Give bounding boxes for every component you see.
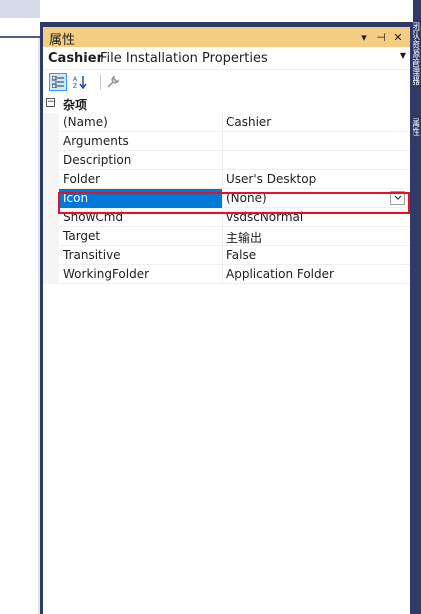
property-row-folder[interactable]: Folder User's Desktop [59, 170, 410, 189]
dock-tab-team-explorer[interactable]: 团队资源管理器 [413, 22, 421, 114]
column-divider [222, 227, 223, 246]
object-name: Cashier [48, 51, 103, 66]
property-value[interactable]: Cashier [226, 115, 271, 129]
property-name: WorkingFolder [63, 267, 150, 281]
column-divider [222, 170, 223, 189]
property-row-description[interactable]: Description [59, 151, 410, 170]
property-grid: − 杂项 (Name) Cashier Arguments Descriptio… [43, 94, 410, 494]
property-row-workingfolder[interactable]: WorkingFolder Application Folder [59, 265, 410, 284]
properties-panel: 属性 ▾ ⊣ ✕ Cashier File Installation Prope… [40, 22, 413, 614]
column-divider [222, 265, 223, 284]
close-icon[interactable]: ✕ [391, 29, 405, 45]
property-value[interactable]: Application Folder [226, 267, 334, 281]
properties-panel-content: 属性 ▾ ⊣ ✕ Cashier File Installation Prope… [43, 27, 410, 614]
category-row[interactable]: − 杂项 [43, 94, 410, 113]
property-row-transitive[interactable]: Transitive False [59, 246, 410, 265]
editor-tab-strip [0, 0, 40, 18]
column-divider [222, 151, 223, 170]
property-value[interactable]: 主输出 [226, 229, 262, 246]
property-pages-icon[interactable] [104, 73, 122, 91]
pin-icon[interactable]: ⊣ [374, 29, 388, 45]
property-name: Transitive [63, 248, 121, 262]
editor-area [0, 0, 40, 614]
svg-text:A: A [73, 76, 78, 83]
category-label: 杂项 [63, 98, 88, 112]
property-name: (Name) [63, 115, 108, 129]
annotation-highlight-box [58, 192, 410, 214]
properties-title: 属性 [49, 33, 76, 48]
property-row-name[interactable]: (Name) Cashier [59, 113, 410, 132]
property-row-arguments[interactable]: Arguments [59, 132, 410, 151]
property-value[interactable]: False [226, 248, 256, 262]
chevron-down-icon[interactable]: ▼ [400, 51, 406, 60]
object-selector[interactable]: Cashier File Installation Properties ▼ [43, 49, 410, 70]
properties-toolbar: A Z [43, 71, 410, 93]
toolbar-separator [100, 74, 101, 90]
column-divider [222, 113, 223, 132]
svg-text:Z: Z [73, 83, 77, 89]
property-row-target[interactable]: Target 主输出 [59, 227, 410, 246]
dock-tab-properties[interactable]: 属性 [413, 118, 421, 144]
property-name: Folder [63, 172, 101, 186]
dropdown-arrow-icon[interactable]: ▾ [357, 29, 371, 45]
properties-titlebar[interactable]: 属性 ▾ ⊣ ✕ [43, 27, 410, 48]
grid-gutter [43, 113, 59, 284]
property-name: Target [63, 229, 101, 243]
column-divider [222, 246, 223, 265]
object-type: File Installation Properties [100, 51, 268, 66]
property-name: Description [63, 153, 132, 167]
property-value[interactable]: User's Desktop [226, 172, 316, 186]
editor-tab-indicator [0, 36, 40, 38]
alphabetical-sort-icon[interactable]: A Z [71, 73, 89, 91]
collapse-icon[interactable]: − [46, 98, 55, 107]
categorized-view-icon[interactable] [49, 73, 67, 91]
column-divider [222, 132, 223, 151]
property-name: Arguments [63, 134, 129, 148]
